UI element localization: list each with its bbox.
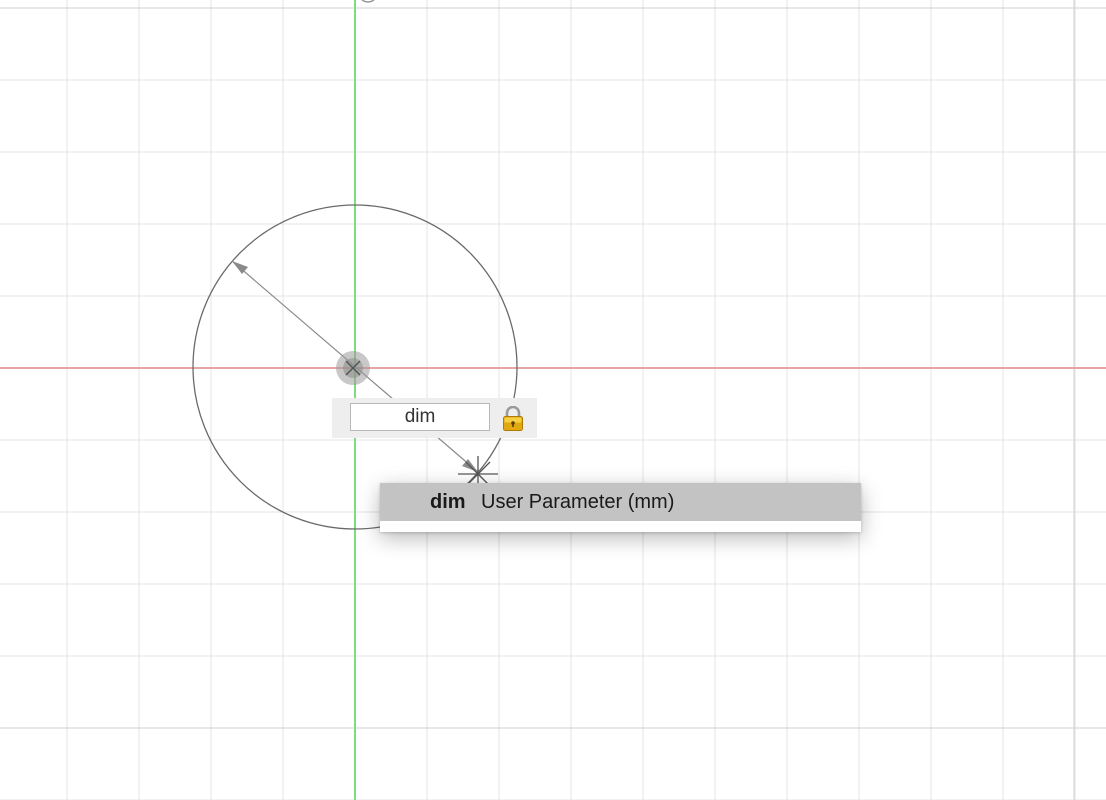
sketch-canvas[interactable] [0, 0, 1106, 800]
parameter-autocomplete-dropdown: dim User Parameter (mm) [380, 483, 861, 532]
autocomplete-item-description: User Parameter (mm) [481, 491, 675, 513]
dimension-input-box [332, 398, 537, 438]
grid [0, 0, 1106, 800]
autocomplete-item[interactable]: dim User Parameter (mm) [380, 483, 861, 521]
grid-major [0, 0, 1106, 800]
dimension-value-input[interactable] [350, 403, 490, 431]
lock-icon[interactable] [501, 406, 525, 432]
origin-marker [361, 0, 375, 3]
center-point[interactable] [336, 351, 370, 385]
autocomplete-item-name: dim [430, 491, 466, 513]
